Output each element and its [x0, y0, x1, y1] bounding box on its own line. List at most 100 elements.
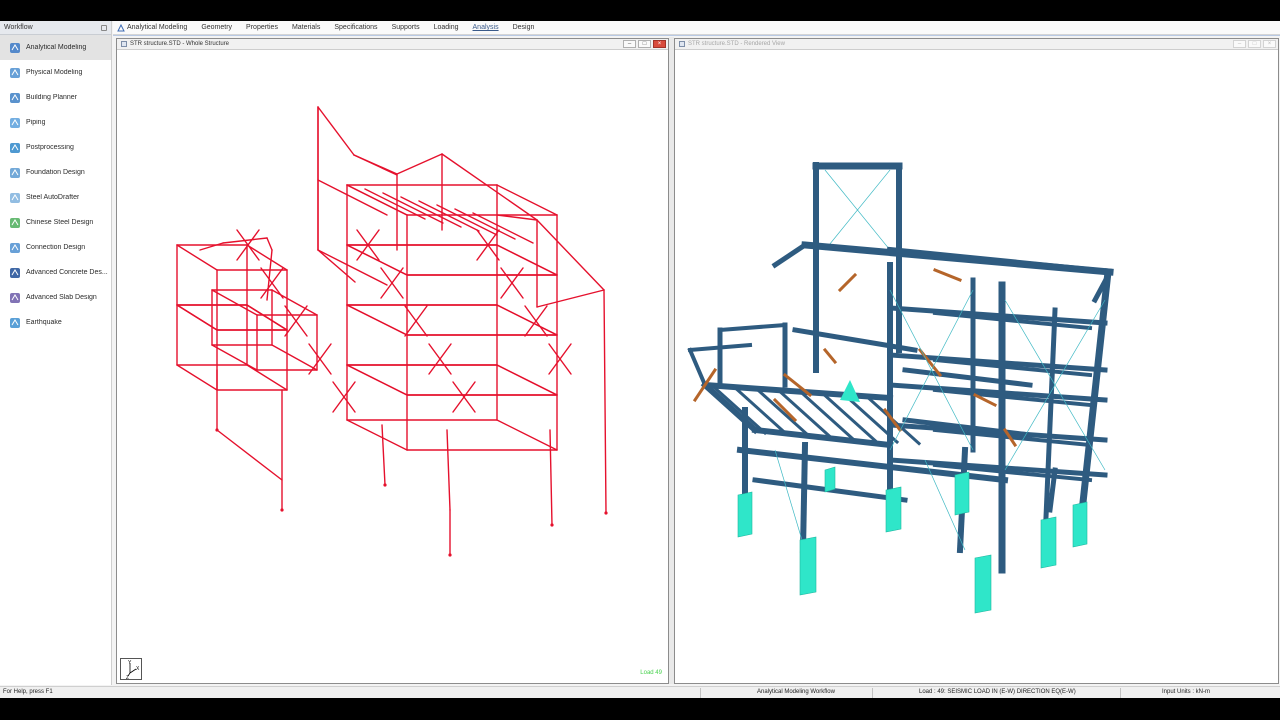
workflow-item-chinese-steel-design[interactable]: Chinese Steel Design	[0, 210, 111, 235]
foundation-design-icon	[9, 167, 21, 179]
workflow-header: Workflow	[0, 21, 111, 35]
tab-analysis[interactable]: Analysis	[473, 24, 499, 31]
member-line	[346, 419, 408, 451]
workflow-item-piping[interactable]: Piping	[0, 110, 111, 135]
workflow-item-earthquake[interactable]: Earthquake	[0, 310, 111, 335]
tab-specifications[interactable]: Specifications	[334, 24, 377, 31]
workflow-item-analytical-modeling[interactable]: Analytical Modeling	[0, 35, 111, 60]
member-line	[176, 304, 218, 331]
status-help: For Help, press F1	[3, 689, 53, 695]
steel-member	[822, 393, 878, 443]
maximize-button[interactable]: □	[1248, 40, 1261, 48]
close-button[interactable]: ×	[1263, 40, 1276, 48]
concrete-pedestal	[1040, 516, 1057, 569]
steel-member	[687, 342, 753, 353]
workflow-item-label: Analytical Modeling	[26, 44, 87, 51]
support-node	[550, 523, 554, 527]
member-line	[211, 289, 258, 316]
status-workflow: Analytical Modeling Workflow	[757, 689, 835, 695]
chinese-steel-design-icon	[9, 217, 21, 229]
whole-structure-window[interactable]: STR structure.STD - Whole Structure – □ …	[116, 38, 669, 684]
axis-y-label: Y	[128, 660, 132, 666]
ribbon-divider	[113, 35, 1280, 36]
wireframe-structure-model[interactable]	[117, 50, 668, 683]
whole-structure-title: STR structure.STD - Whole Structure	[130, 41, 230, 47]
bottom-black-bar	[0, 698, 1280, 720]
axis-triad-icon: Y X Z	[126, 660, 140, 679]
member-line	[346, 364, 408, 396]
steel-member	[933, 268, 962, 282]
advanced-concrete-design-icon	[9, 267, 21, 279]
tab-supports[interactable]: Supports	[392, 24, 420, 31]
workflow-item-steel-autodrafter[interactable]: Steel AutoDrafter	[0, 185, 111, 210]
ribbon-tabs: Analytical Modeling Geometry Properties …	[113, 21, 1280, 36]
member-line	[496, 184, 558, 216]
member-line	[271, 289, 318, 316]
load-number-label: Load 49	[640, 670, 662, 676]
concrete-pedestal	[799, 536, 817, 596]
member-line	[246, 364, 288, 391]
member-line	[536, 289, 605, 308]
whole-structure-title-bar[interactable]: STR structure.STD - Whole Structure – □ …	[117, 39, 668, 50]
maximize-button[interactable]: □	[638, 40, 651, 48]
workflow-item-advanced-concrete-design[interactable]: Advanced Concrete Des...	[0, 260, 111, 285]
tab-analytical-modeling[interactable]: Analytical Modeling	[117, 23, 187, 32]
status-separator	[1120, 688, 1121, 698]
rendered-view-window[interactable]: STR structure.STD - Rendered View – □ ×	[674, 38, 1279, 684]
support-node	[215, 428, 219, 432]
workflow-item-label: Steel AutoDrafter	[26, 194, 80, 201]
workflow-item-postprocessing[interactable]: Postprocessing	[0, 135, 111, 160]
member-line	[603, 289, 607, 514]
workflow-item-building-planner[interactable]: Building Planner	[0, 85, 111, 110]
workflow-item-physical-modeling[interactable]: Physical Modeling	[0, 60, 111, 85]
steel-member	[822, 347, 838, 365]
workflow-item-label: Building Planner	[26, 94, 77, 101]
workflow-title: Workflow	[4, 24, 33, 31]
concrete-pedestal	[974, 554, 992, 614]
member-line	[496, 244, 558, 276]
member-line	[199, 242, 224, 251]
wireframe-viewport[interactable]: Y X Z Load 49	[117, 50, 668, 683]
tab-materials[interactable]: Materials	[292, 24, 320, 31]
tab-loading[interactable]: Loading	[434, 24, 459, 31]
member-line	[536, 219, 605, 291]
document-icon	[679, 41, 685, 47]
tab-design[interactable]: Design	[513, 24, 535, 31]
status-separator	[872, 688, 873, 698]
workflow-item-foundation-design[interactable]: Foundation Design	[0, 160, 111, 185]
minimize-button[interactable]: –	[1233, 40, 1246, 48]
workflow-item-advanced-slab-design[interactable]: Advanced Slab Design	[0, 285, 111, 310]
support-node	[280, 508, 284, 512]
steel-member	[799, 441, 809, 554]
minimize-button[interactable]: –	[623, 40, 636, 48]
workflow-sidebar: Workflow Analytical Modeling Physical Mod…	[0, 21, 112, 685]
physical-modeling-icon	[9, 67, 21, 79]
rendered-structure-model[interactable]	[675, 50, 1278, 683]
workflow-item-connection-design[interactable]: Connection Design	[0, 235, 111, 260]
tab-geometry[interactable]: Geometry	[201, 24, 232, 31]
member-line	[446, 429, 451, 511]
status-units: Input Units : kN-m	[1162, 689, 1211, 695]
concrete-pedestal	[737, 491, 753, 538]
close-button[interactable]: ×	[653, 40, 666, 48]
workflow-item-label: Foundation Design	[26, 169, 85, 176]
member-line	[271, 344, 318, 371]
workflow-item-label: Physical Modeling	[26, 69, 83, 76]
document-icon	[121, 41, 127, 47]
workflow-item-label: Connection Design	[26, 244, 86, 251]
connection-design-icon	[9, 242, 21, 254]
workflow-item-label: Advanced Concrete Des...	[26, 269, 108, 276]
concrete-pedestal	[1072, 501, 1088, 548]
pin-icon[interactable]	[101, 24, 107, 31]
member-line	[496, 364, 558, 396]
workflow-item-label: Chinese Steel Design	[26, 219, 94, 226]
concrete-pedestal	[824, 466, 836, 493]
rendered-view-title-bar[interactable]: STR structure.STD - Rendered View – □ ×	[675, 39, 1278, 50]
tab-properties[interactable]: Properties	[246, 24, 278, 31]
building-planner-icon	[9, 92, 21, 104]
member-line	[396, 153, 443, 175]
member-line	[246, 304, 288, 331]
steel-member	[886, 246, 1114, 276]
rendered-viewport[interactable]	[675, 50, 1278, 683]
wireframe-members	[176, 106, 607, 556]
